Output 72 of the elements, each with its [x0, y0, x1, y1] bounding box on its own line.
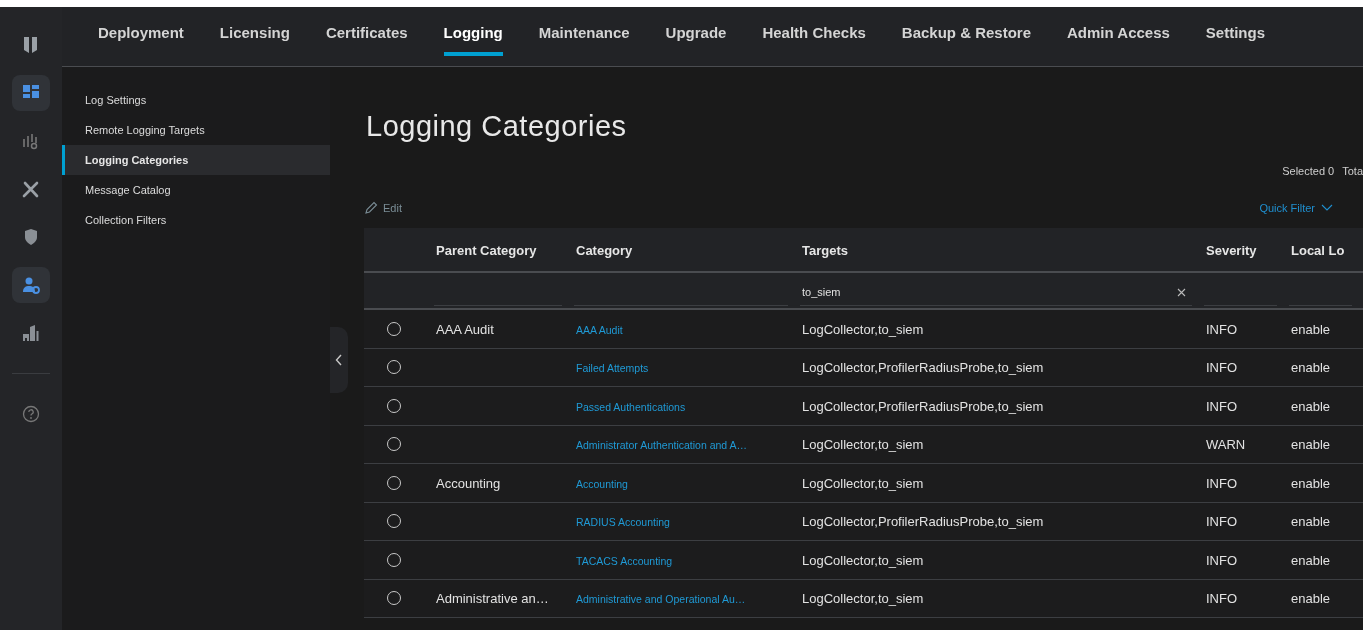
- nav-tab[interactable]: Logging: [425, 6, 521, 66]
- rail-button[interactable]: [12, 267, 50, 303]
- table-cell: WARN: [1206, 437, 1246, 453]
- column-header[interactable]: Parent Category: [436, 242, 537, 258]
- pencil-icon: [364, 200, 378, 215]
- nav-tab[interactable]: Health Checks: [744, 6, 884, 66]
- table-cell: LogCollector,to_siem: [802, 437, 924, 453]
- table-cell: Administrative an…: [436, 591, 549, 607]
- table-cell: LogCollector,to_siem: [802, 475, 924, 491]
- category-link[interactable]: AAA Audit: [576, 323, 623, 336]
- table-cell: enable: [1291, 398, 1331, 414]
- edit-button[interactable]: Edit: [364, 199, 402, 216]
- chevron-down-icon: [1321, 204, 1333, 212]
- sidebar-item[interactable]: Remote Logging Targets: [62, 115, 330, 145]
- nav-tab[interactable]: Backup & Restore: [883, 6, 1050, 66]
- selected-count: Selected 0: [1282, 164, 1335, 179]
- table-cell: Accounting: [436, 475, 501, 491]
- table-cell: enable: [1291, 321, 1331, 337]
- table-cell: INFO: [1206, 398, 1238, 414]
- table-cell: INFO: [1206, 321, 1238, 337]
- tools-icon: [21, 179, 41, 199]
- column-header[interactable]: Local Lo: [1291, 242, 1345, 258]
- table-cell: INFO: [1206, 475, 1238, 491]
- table-cell: enable: [1291, 591, 1331, 607]
- table-cell: LogCollector,ProfilerRadiusProbe,to_siem: [802, 514, 1044, 530]
- table-cell: LogCollector,to_siem: [802, 552, 924, 568]
- category-link[interactable]: Accounting: [576, 477, 628, 490]
- sidebar-item[interactable]: Log Settings: [62, 85, 330, 115]
- clear-icon[interactable]: [1177, 288, 1186, 297]
- rail-button[interactable]: [12, 75, 50, 111]
- column-header[interactable]: Severity: [1206, 242, 1257, 258]
- table-cell: enable: [1291, 552, 1331, 568]
- total-count: Tota: [1342, 164, 1363, 179]
- table-cell: LogCollector,to_siem: [802, 321, 924, 337]
- nav-tab[interactable]: Maintenance: [520, 6, 648, 66]
- sidebar-item[interactable]: Logging Categories: [62, 145, 330, 175]
- nav-tab[interactable]: Admin Access: [1049, 6, 1188, 66]
- column-header[interactable]: Targets: [802, 242, 848, 258]
- quick-filter-button[interactable]: Quick Filter: [1259, 199, 1333, 216]
- table-cell: LogCollector,ProfilerRadiusProbe,to_siem: [802, 398, 1044, 414]
- user-settings-icon: [21, 275, 41, 295]
- column-header[interactable]: Category: [576, 242, 633, 258]
- page-title: Logging Categories: [366, 109, 627, 144]
- table-cell: enable: [1291, 437, 1331, 453]
- table-cell: LogCollector,ProfilerRadiusProbe,to_siem: [802, 360, 1044, 376]
- category-link[interactable]: RADIUS Accounting: [576, 516, 670, 529]
- building-icon: [21, 323, 41, 343]
- category-link[interactable]: TACACS Accounting: [576, 554, 673, 567]
- table-cell: INFO: [1206, 552, 1238, 568]
- nav-tab[interactable]: Deployment: [80, 6, 202, 66]
- table-cell: INFO: [1206, 360, 1238, 376]
- sidebar-item[interactable]: Message Catalog: [62, 175, 330, 205]
- category-link[interactable]: Administrator Authentication and A…: [576, 439, 747, 452]
- category-link[interactable]: Administrative and Operational Au…: [576, 593, 746, 606]
- nav-tab[interactable]: Licensing: [201, 6, 308, 66]
- table-cell: INFO: [1206, 514, 1238, 530]
- nav-tab[interactable]: Certificates: [307, 6, 426, 66]
- table-cell: enable: [1291, 475, 1331, 491]
- sidebar-item[interactable]: Collection Filters: [62, 205, 330, 235]
- table-cell: enable: [1291, 514, 1331, 530]
- filter-field[interactable]: to_siem: [800, 278, 1192, 306]
- table-cell: AAA Audit: [436, 321, 494, 337]
- category-link[interactable]: Passed Authentications: [576, 400, 686, 413]
- table-cell: INFO: [1206, 591, 1238, 607]
- table-cell: LogCollector,to_siem: [802, 591, 924, 607]
- collapse-handle[interactable]: [330, 327, 348, 393]
- nav-tab[interactable]: Settings: [1187, 6, 1284, 66]
- table-cell: enable: [1291, 360, 1331, 376]
- help-icon: [21, 404, 41, 424]
- chevron-left-icon: [335, 354, 343, 366]
- nav-tab[interactable]: Upgrade: [647, 6, 745, 66]
- category-link[interactable]: Failed Attempts: [576, 362, 649, 375]
